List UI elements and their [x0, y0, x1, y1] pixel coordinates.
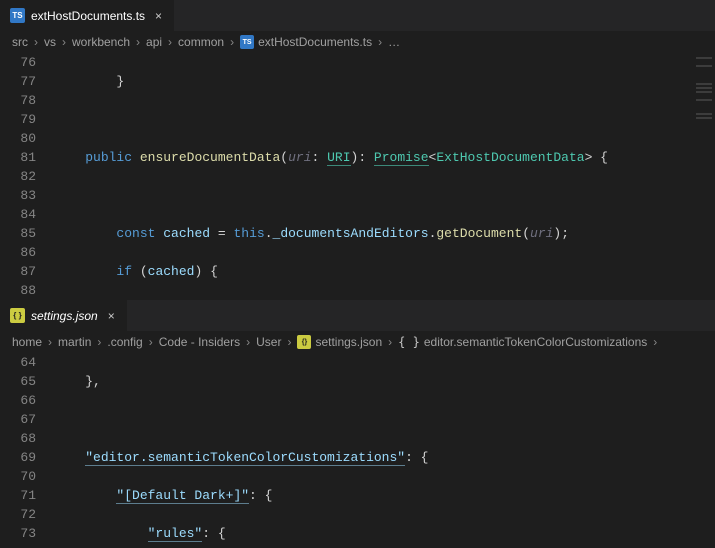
chevron-right-icon: › [386, 335, 394, 349]
json-icon: { } [10, 308, 25, 323]
braces-icon: { } [398, 335, 420, 349]
editor-pane-2: { } settings.json × home › martin › .confi… [0, 300, 715, 548]
typescript-icon: TS [10, 8, 25, 23]
code-editor-1[interactable]: 76777879 80818283 84858687 88 } public e… [0, 53, 715, 300]
bc-seg[interactable]: workbench [72, 35, 130, 49]
bc-seg[interactable]: … [388, 35, 400, 49]
tab-filename: extHostDocuments.ts [31, 9, 145, 23]
chevron-right-icon: › [147, 335, 155, 349]
json-icon: {} [297, 335, 311, 349]
bc-seg[interactable]: vs [44, 35, 56, 49]
minimap[interactable] [693, 53, 715, 299]
tab-bar: { } settings.json × [0, 300, 715, 331]
tab-settings-json[interactable]: { } settings.json × [0, 300, 128, 331]
bc-seg[interactable]: api [146, 35, 162, 49]
bc-seg[interactable]: settings.json [315, 335, 382, 349]
code-area[interactable]: }, "editor.semanticTokenColorCustomizati… [54, 353, 715, 548]
bc-seg[interactable]: home [12, 335, 42, 349]
tab-filename: settings.json [31, 309, 98, 323]
tab-exthostdocuments[interactable]: TS extHostDocuments.ts × [0, 0, 175, 31]
chevron-right-icon: › [95, 335, 103, 349]
tab-bar: TS extHostDocuments.ts × [0, 0, 715, 31]
chevron-right-icon: › [32, 35, 40, 49]
chevron-right-icon: › [134, 35, 142, 49]
chevron-right-icon: › [651, 335, 659, 349]
bc-seg[interactable]: common [178, 35, 224, 49]
chevron-right-icon: › [376, 35, 384, 49]
chevron-right-icon: › [166, 35, 174, 49]
line-gutter: 76777879 80818283 84858687 88 [0, 53, 54, 300]
close-icon[interactable]: × [151, 8, 166, 23]
close-icon[interactable]: × [104, 308, 119, 323]
bc-seg[interactable]: src [12, 35, 28, 49]
breadcrumb[interactable]: home› martin› .config› Code - Insiders› … [0, 331, 715, 353]
bc-seg[interactable]: editor.semanticTokenColorCustomizations [424, 335, 647, 349]
bc-seg[interactable]: extHostDocuments.ts [258, 35, 372, 49]
editor-pane-1: TS extHostDocuments.ts × src › vs › workbe… [0, 0, 715, 300]
line-gutter: 64656667 68697071 7273 [0, 353, 54, 548]
bc-seg[interactable]: Code - Insiders [159, 335, 240, 349]
code-editor-2[interactable]: 64656667 68697071 7273 }, "editor.semant… [0, 353, 715, 548]
chevron-right-icon: › [60, 35, 68, 49]
chevron-right-icon: › [46, 335, 54, 349]
chevron-right-icon: › [244, 335, 252, 349]
chevron-right-icon: › [228, 35, 236, 49]
typescript-icon: TS [240, 35, 254, 49]
bc-seg[interactable]: martin [58, 335, 91, 349]
bc-seg[interactable]: .config [107, 335, 142, 349]
chevron-right-icon: › [285, 335, 293, 349]
code-area[interactable]: } public ensureDocumentData(uri: URI): P… [54, 53, 715, 300]
breadcrumb[interactable]: src › vs › workbench › api › common › TS extH… [0, 31, 715, 53]
bc-seg[interactable]: User [256, 335, 281, 349]
